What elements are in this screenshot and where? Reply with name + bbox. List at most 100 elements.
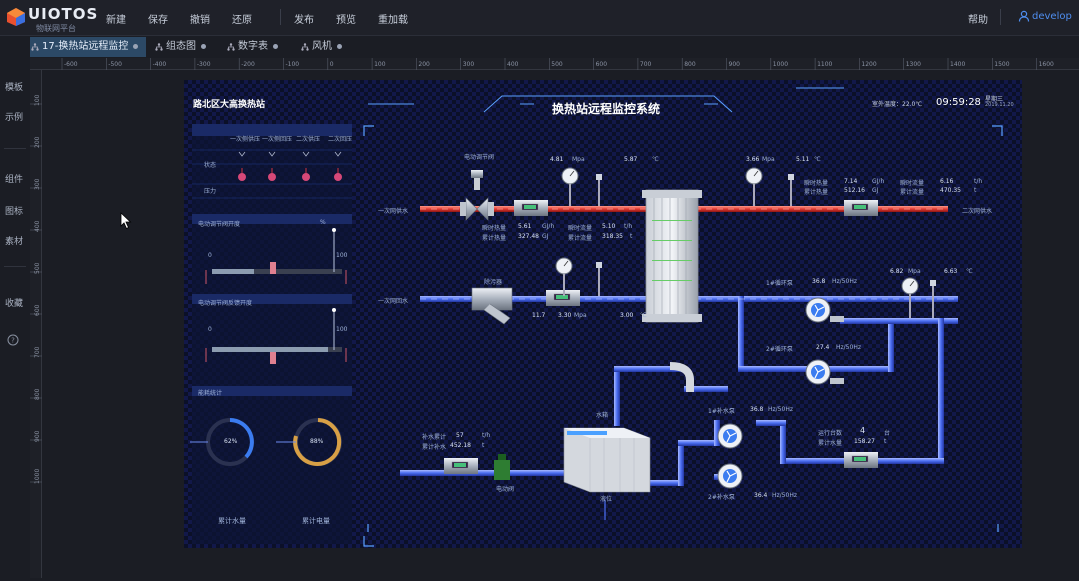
pump-frequency: 27.4 bbox=[816, 344, 830, 351]
pump-branch-pipe bbox=[738, 296, 744, 372]
editor-canvas[interactable]: 路北区大高换热站 换热站远程监控系统 室外温度：22.0℃ 09:59:28 星… bbox=[184, 80, 1022, 548]
pressure-value: 4.81 bbox=[550, 156, 564, 163]
electric-valve[interactable] bbox=[460, 170, 494, 221]
tab-digital-table[interactable]: 数字表 bbox=[224, 37, 292, 57]
tank-inlet-pipe bbox=[614, 370, 620, 426]
pump-frequency: 36.8 bbox=[750, 406, 764, 413]
ruler-tick-label: 0 bbox=[330, 61, 334, 68]
flow-unit: GJ/h bbox=[542, 223, 555, 230]
left-header: 一次侧回压 bbox=[262, 136, 293, 143]
pipe-label: 二次网供水 bbox=[962, 208, 993, 215]
app-name: UIOTOS bbox=[28, 5, 99, 23]
flow-label: 累计热量 bbox=[482, 235, 507, 242]
tab-label: 组态图 bbox=[166, 41, 196, 52]
tab-fan[interactable]: 风机 bbox=[298, 37, 356, 57]
valve-panel-title: 电动调节阀开度 bbox=[198, 221, 241, 228]
frame-corner bbox=[367, 524, 999, 532]
pump-label: 2#循环泵 bbox=[766, 346, 793, 353]
flow-value: 512.16 bbox=[844, 187, 865, 194]
pressure-value: 3.66 bbox=[746, 156, 760, 163]
sidebar-item-favorites[interactable]: 收藏 bbox=[5, 296, 23, 309]
tab-diagram[interactable]: 组态图 bbox=[152, 37, 220, 57]
ruler-tick-label: 100 bbox=[34, 94, 41, 106]
pump-outlet-pipe bbox=[780, 420, 786, 464]
menu-help[interactable]: 帮助 bbox=[968, 11, 988, 26]
flow-label: 累计流量 bbox=[900, 189, 925, 196]
count-unit: 台 bbox=[884, 430, 891, 437]
sidebar-item-icons[interactable]: 图标 bbox=[5, 204, 23, 217]
flow-meter bbox=[444, 458, 478, 474]
ruler-tick-label: 700 bbox=[34, 346, 41, 358]
sidebar-item-examples[interactable]: 示例 bbox=[5, 110, 23, 123]
menu-new[interactable]: 新建 bbox=[106, 11, 126, 26]
tab-station[interactable]: 17-换热站远程监控 bbox=[28, 37, 146, 57]
date: 2019.11.20 bbox=[985, 102, 1014, 108]
pressure-value: 6.82 bbox=[890, 268, 904, 275]
ruler-tick-label: -100 bbox=[286, 61, 300, 68]
menu-save[interactable]: 保存 bbox=[148, 11, 168, 26]
flow-meter bbox=[844, 200, 878, 216]
flow-unit: t/h bbox=[624, 223, 633, 230]
pipe-elbow bbox=[669, 362, 694, 392]
water-tank bbox=[563, 427, 651, 493]
count-label: 运行台数 bbox=[818, 430, 843, 437]
tab-label: 数字表 bbox=[238, 41, 268, 52]
ruler-tick-label: 400 bbox=[34, 220, 41, 232]
thermometer-icon bbox=[596, 262, 602, 296]
tab-close-icon[interactable] bbox=[201, 43, 206, 49]
svg-text:?: ? bbox=[11, 337, 15, 345]
menu-reload[interactable]: 重加载 bbox=[378, 11, 408, 26]
tab-bar: 文件 17-换热站远程监控 组态图 数字表 风机 bbox=[0, 36, 1079, 59]
sidebar-item-components[interactable]: 组件 bbox=[5, 172, 23, 185]
tab-close-icon[interactable] bbox=[337, 43, 342, 49]
ruler-tick-label: 200 bbox=[418, 61, 430, 68]
horizontal-ruler: -600 -500 -400 -300 -200 -100 0 100 200 300 400 500… bbox=[30, 58, 1079, 70]
valve-panel-title: 电动调节阀反馈开度 bbox=[198, 300, 253, 307]
flow-label: 累计流量 bbox=[568, 235, 593, 242]
pressure-value: 3.30 bbox=[558, 312, 572, 319]
flow-label: 瞬时流量 bbox=[568, 225, 593, 232]
level-label: 液位 bbox=[600, 496, 613, 503]
pipe-label: 一次网供水 bbox=[378, 208, 409, 215]
mouse-cursor-icon bbox=[120, 212, 132, 230]
gauge-value: 88% bbox=[310, 438, 324, 445]
valve-max: 100 bbox=[336, 252, 348, 259]
tab-label: 风机 bbox=[312, 41, 332, 52]
ruler-tick-label: -200 bbox=[241, 61, 255, 68]
scada-diagram[interactable] bbox=[184, 80, 1022, 548]
sidebar-item-templates[interactable]: 模板 bbox=[5, 80, 23, 93]
user-icon[interactable] bbox=[1018, 10, 1030, 22]
gauge-label: 累计电量 bbox=[302, 517, 330, 525]
flow-label: 瞬时热量 bbox=[804, 180, 829, 187]
help-icon[interactable]: ? bbox=[7, 334, 19, 346]
valve-min: 0 bbox=[208, 326, 212, 333]
makeup-pump-2[interactable] bbox=[717, 463, 743, 489]
valve-label: 电动调节阀 bbox=[464, 154, 495, 161]
tab-tree-icon bbox=[31, 43, 39, 51]
menu-publish[interactable]: 发布 bbox=[294, 11, 314, 26]
ruler-tick-label: 900 bbox=[34, 430, 41, 442]
flow-value: 5.61 bbox=[518, 223, 532, 230]
pump-frequency: 36.8 bbox=[812, 278, 826, 285]
user-name[interactable]: develop bbox=[1032, 11, 1072, 22]
flow-unit: GJ/h bbox=[872, 178, 885, 185]
pressure-gauge-icon bbox=[745, 167, 763, 206]
menu-redo[interactable]: 还原 bbox=[232, 11, 252, 26]
ruler-tick-label: 1500 bbox=[994, 61, 1009, 68]
heat-exchanger bbox=[642, 189, 702, 323]
left-sidebar: 模板 示例 组件 图标 素材 收藏 ? bbox=[0, 36, 30, 578]
sidebar-item-materials[interactable]: 素材 bbox=[5, 234, 23, 247]
left-header: 二次供压 bbox=[296, 136, 321, 143]
pump-label: 1#循环泵 bbox=[766, 280, 793, 287]
tab-close-icon[interactable] bbox=[273, 43, 278, 49]
flow-label: 累计热量 bbox=[804, 189, 829, 196]
tab-close-icon[interactable] bbox=[133, 43, 139, 49]
menu-undo[interactable]: 撤销 bbox=[190, 11, 210, 26]
solenoid-valve[interactable] bbox=[494, 454, 510, 480]
ruler-tick-label: -500 bbox=[108, 61, 122, 68]
valve-label: 电动阀 bbox=[496, 486, 515, 493]
pump-label: 2#补水泵 bbox=[708, 494, 735, 501]
menu-preview[interactable]: 预览 bbox=[336, 11, 356, 26]
makeup-pump-1[interactable] bbox=[717, 423, 743, 449]
supply-label: 累计补水 bbox=[422, 444, 447, 451]
